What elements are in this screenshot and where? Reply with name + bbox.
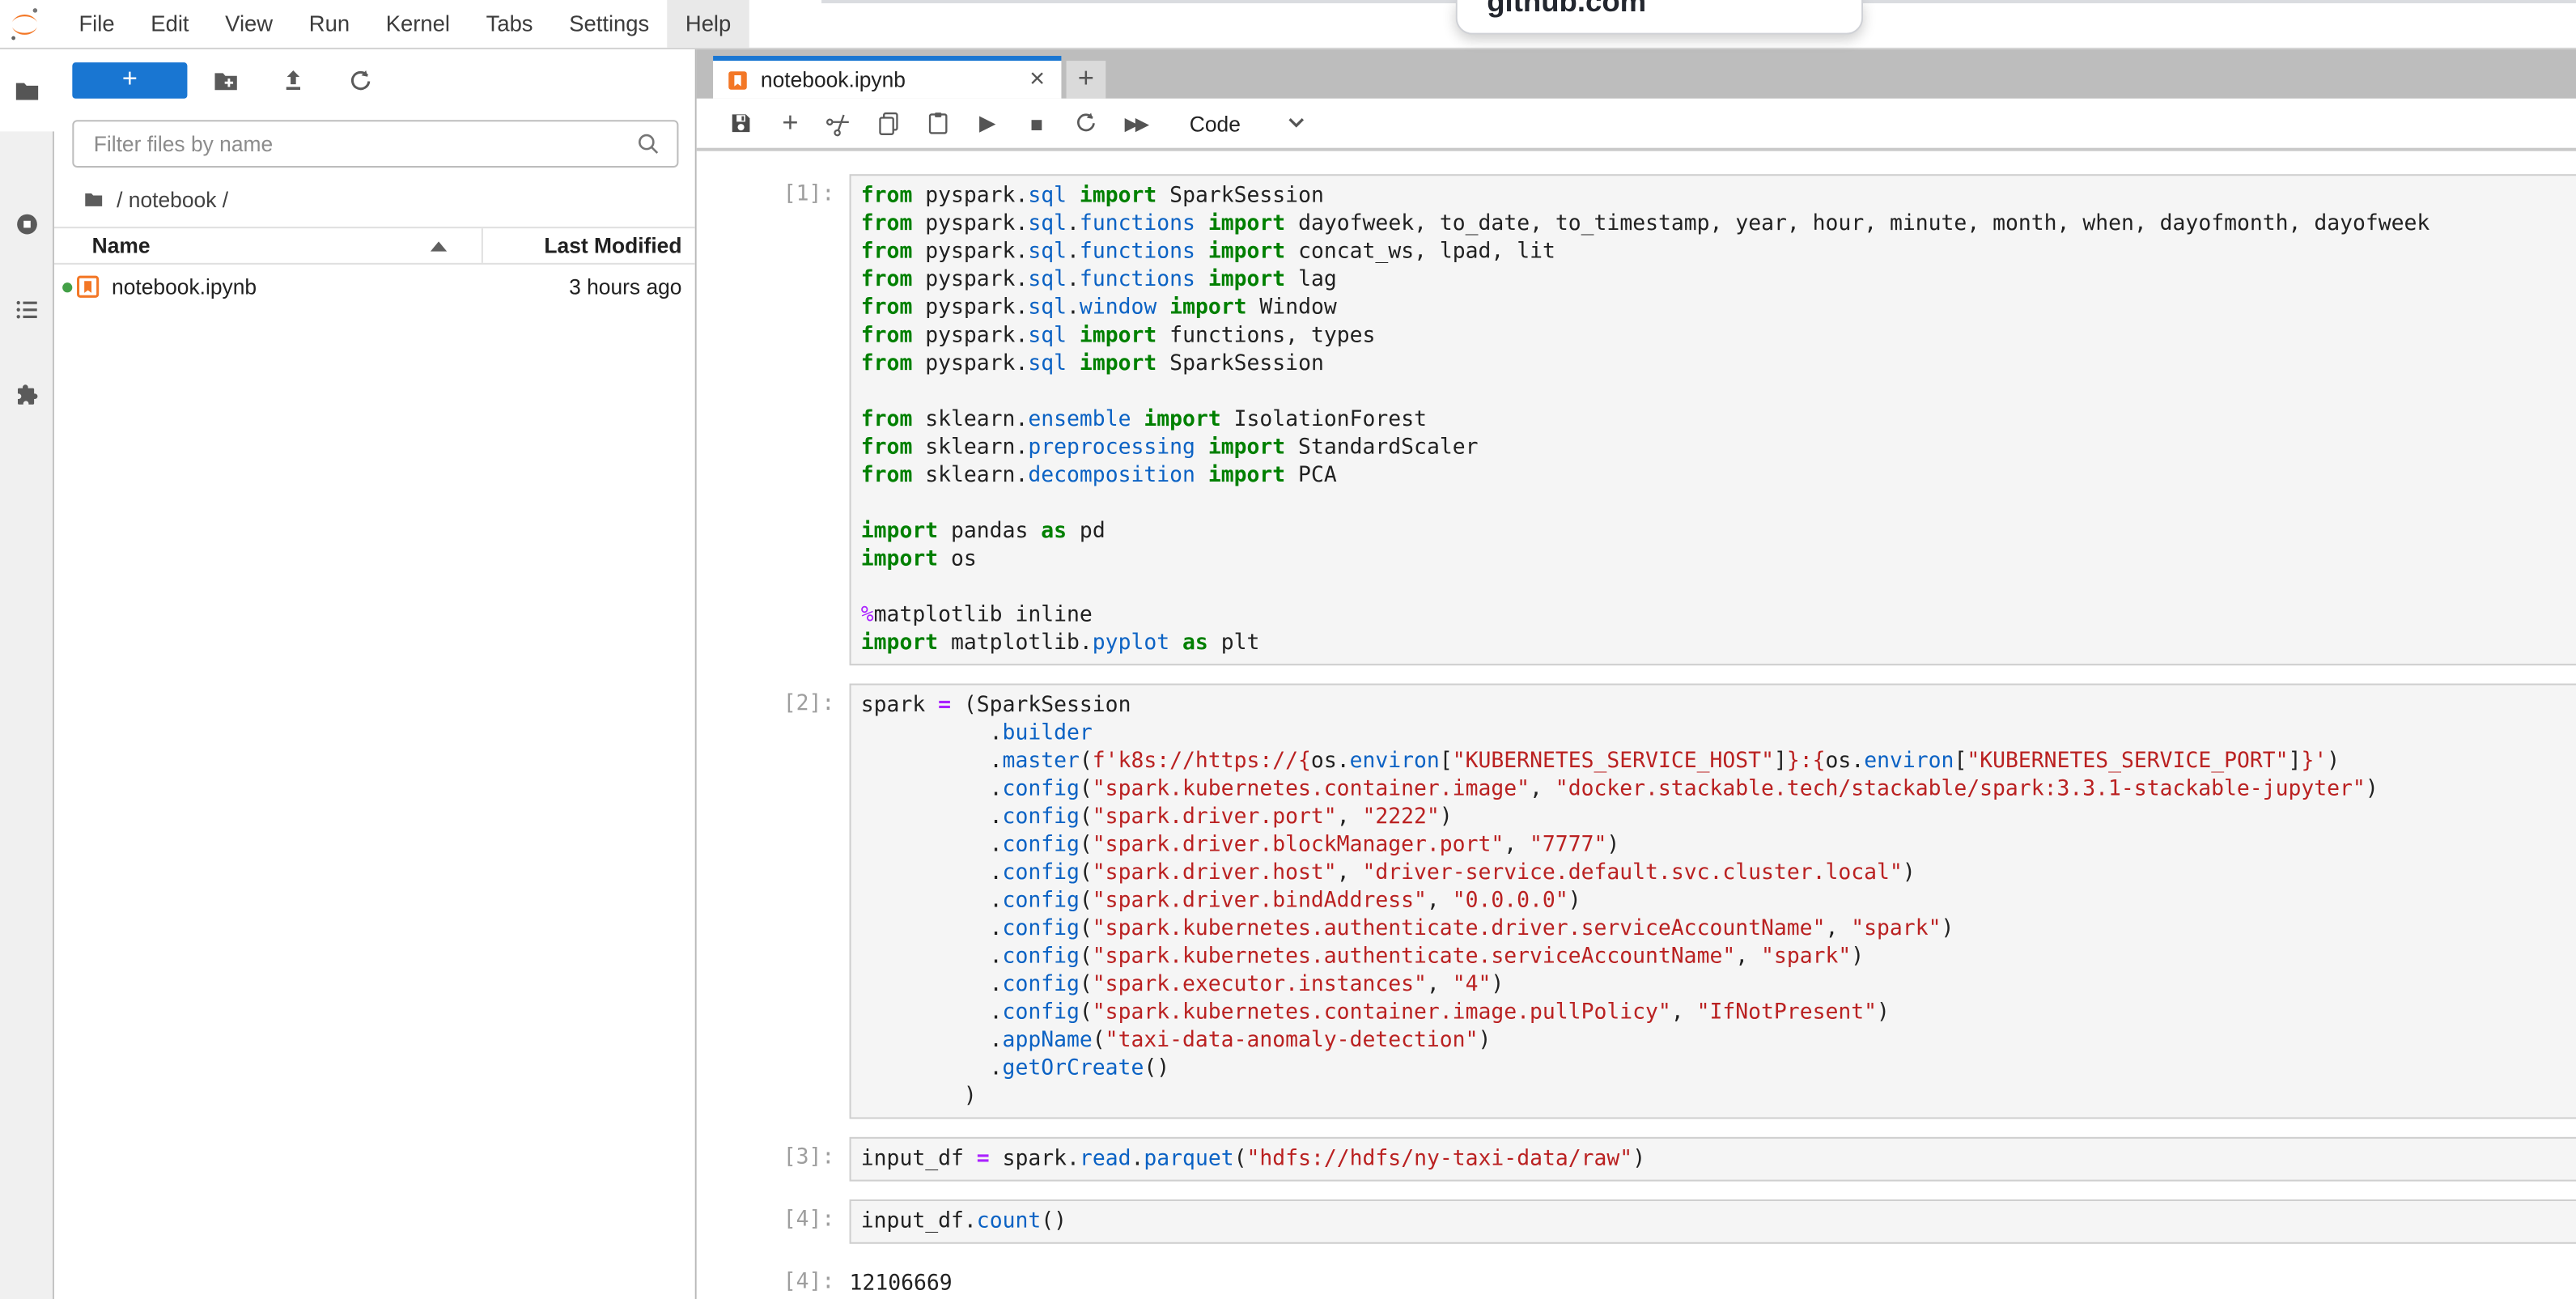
left-sidebar [0, 49, 54, 1299]
tab-notebook[interactable]: notebook.ipynb × [713, 56, 1061, 99]
menu-items: FileEditViewRunKernelTabsSettingsHelp [61, 0, 749, 48]
code-editor[interactable]: input_df.count() [850, 1199, 2576, 1244]
table-of-contents-icon[interactable] [13, 295, 41, 324]
menu-bar: FileEditViewRunKernelTabsSettingsHelp [0, 0, 2576, 49]
clipboard-icon [925, 110, 951, 136]
jupyterlab-window: FileEditViewRunKernelTabsSettingsHelp gi… [0, 0, 2576, 1299]
menu-item-help[interactable]: Help [668, 0, 749, 48]
upload-icon[interactable] [279, 67, 308, 96]
code-editor[interactable]: spark = (SparkSession .builder .master(f… [850, 684, 2576, 1119]
plus-icon: + [782, 107, 798, 140]
code-cell: [4]:input_df.count() [697, 1199, 2576, 1244]
tab-bar: notebook.ipynb × + [697, 49, 2576, 99]
output-text: 12106669 [850, 1262, 953, 1298]
notebook-scroll-area[interactable]: [1]:from pyspark.sql import SparkSession… [697, 151, 2576, 1299]
main-area: notebook.ipynb × + + [697, 49, 2576, 1299]
menu-item-edit[interactable]: Edit [133, 0, 207, 48]
file-browser-panel: + / notebook / Name [54, 49, 697, 1299]
cell-type-dropdown[interactable]: Code [1190, 111, 1241, 135]
extension-manager-icon[interactable] [13, 381, 41, 410]
menu-item-view[interactable]: View [207, 0, 291, 48]
input-prompt: [2]: [697, 684, 850, 1119]
menu-item-file[interactable]: File [61, 0, 133, 48]
new-launcher-button[interactable]: + [72, 62, 187, 99]
notebook-file-icon [75, 274, 100, 299]
tab-close-icon[interactable]: × [1020, 62, 1061, 98]
kernel-running-dot [62, 282, 72, 292]
menu-item-tabs[interactable]: Tabs [468, 0, 551, 48]
breadcrumb-path: / notebook / [117, 186, 228, 210]
column-last-modified[interactable]: Last Modified [544, 233, 681, 257]
running-sessions-icon[interactable] [13, 210, 41, 239]
menu-item-kernel[interactable]: Kernel [367, 0, 468, 48]
notebook-cells: [1]:from pyspark.sql import SparkSession… [697, 151, 2576, 1298]
menu-item-run[interactable]: Run [291, 0, 367, 48]
scissors-icon [821, 105, 858, 142]
menu-item-settings[interactable]: Settings [551, 0, 668, 48]
notebook-tab-icon [726, 68, 749, 91]
input-prompt: [1]: [697, 174, 850, 665]
jupyter-logo-icon [8, 5, 41, 45]
chevron-down-icon [1287, 117, 1306, 129]
folder-icon [83, 188, 105, 209]
insert-cell-button[interactable]: + [766, 100, 815, 146]
column-name[interactable]: Name [92, 233, 151, 257]
stop-icon: ■ [1030, 111, 1043, 135]
restart-icon [1073, 110, 1099, 136]
search-icon [634, 129, 664, 159]
file-last-modified: 3 hours ago [569, 274, 681, 299]
cell-type-dropdown-caret[interactable] [1287, 117, 1306, 129]
run-cell-button[interactable]: ▶ [963, 100, 1012, 146]
fast-forward-icon: ▶▶ [1125, 112, 1146, 134]
code-cell: [2]:spark = (SparkSession .builder .mast… [697, 684, 2576, 1119]
copy-cells-button[interactable] [864, 100, 914, 146]
file-filter-input[interactable] [74, 121, 677, 166]
paste-cells-button[interactable] [914, 100, 963, 146]
browser-popup-domain: github.com [1487, 0, 1861, 19]
file-browser-icon[interactable] [13, 77, 41, 105]
input-prompt: [3]: [697, 1137, 850, 1182]
tab-title: notebook.ipynb [761, 67, 1020, 91]
file-list-header: Name Last Modified [54, 227, 695, 265]
interrupt-kernel-button[interactable]: ■ [1012, 100, 1062, 146]
code-editor[interactable]: input_df = spark.read.parquet("hdfs://hd… [850, 1137, 2576, 1182]
file-name: notebook.ipynb [112, 274, 257, 299]
file-filter-box [72, 120, 678, 168]
copy-icon [876, 110, 902, 136]
new-folder-icon[interactable] [212, 67, 240, 96]
save-icon [728, 110, 753, 136]
output-area: [4]:12106669 [697, 1262, 2576, 1298]
output-prompt: [4]: [697, 1262, 850, 1298]
browser-popup: github.com [1456, 0, 1863, 35]
new-tab-button[interactable]: + [1067, 61, 1106, 99]
code-editor[interactable]: from pyspark.sql import SparkSessionfrom… [850, 174, 2576, 665]
save-button[interactable] [716, 100, 766, 146]
notebook-toolbar: + ▶ [697, 99, 2576, 151]
breadcrumb[interactable]: / notebook / [83, 182, 229, 215]
run-icon: ▶ [979, 110, 995, 136]
column-divider [482, 228, 483, 263]
refresh-icon[interactable] [346, 67, 375, 96]
restart-run-all-button[interactable]: ▶▶ [1110, 100, 1160, 146]
cut-cells-button[interactable] [815, 100, 864, 146]
file-row[interactable]: notebook.ipynb 3 hours ago [54, 266, 695, 308]
code-cell: [1]:from pyspark.sql import SparkSession… [697, 174, 2576, 665]
code-cell: [3]:input_df = spark.read.parquet("hdfs:… [697, 1137, 2576, 1182]
input-prompt: [4]: [697, 1199, 850, 1244]
restart-kernel-button[interactable] [1061, 100, 1110, 146]
sort-ascending-icon[interactable] [431, 241, 447, 251]
